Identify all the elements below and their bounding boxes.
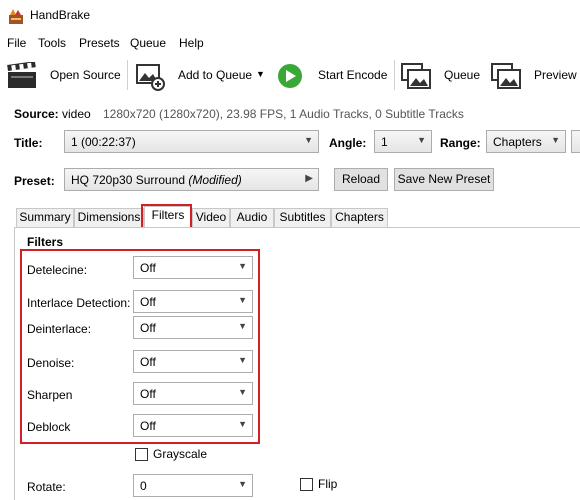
tab-summary[interactable]: Summary [16,208,74,227]
chevron-down-icon: ▼ [417,135,426,145]
flip-checkbox[interactable] [300,478,313,491]
interlace-detection-label: Interlace Detection: [27,296,131,310]
detelecine-label: Detelecine: [27,263,88,277]
title-label: Title: [14,136,43,150]
sharpen-select[interactable]: Off ▼ [133,382,253,405]
rotate-label: Rotate: [27,480,66,494]
add-to-queue-label: Add to Queue [178,68,253,82]
chevron-down-icon: ▼ [238,419,247,429]
title-select-value: 1 (00:22:37) [71,135,136,149]
active-tab-highlight [141,204,192,229]
start-encode-button[interactable]: Start Encode [274,58,390,94]
filters-heading: Filters [27,235,64,249]
title-bar: HandBrake [0,0,580,32]
title-select[interactable]: 1 (00:22:37) ▼ [64,130,319,153]
chevron-down-icon: ▼ [238,355,247,365]
preview-button[interactable]: Preview [488,58,580,94]
tab-chapters[interactable]: Chapters [331,208,388,227]
clapperboard-icon [7,62,36,88]
handbrake-logo-icon [9,9,23,24]
open-source-button[interactable]: Open Source [4,58,122,94]
chevron-down-icon[interactable]: ▼ [256,69,265,79]
menu-bar: File Tools Presets Queue Help [0,34,580,54]
grayscale-label: Grayscale [153,447,208,461]
flip-label: Flip [318,477,338,491]
deinterlace-label: Deinterlace: [27,322,92,336]
source-name: video [62,107,91,121]
queue-label: Queue [444,68,481,82]
interlace-detection-value: Off [140,295,156,309]
menu-file[interactable]: File [7,36,26,50]
reload-button[interactable]: Reload [334,168,388,191]
detelecine-value: Off [140,261,156,275]
menu-queue[interactable]: Queue [130,36,166,50]
menu-presets[interactable]: Presets [79,36,120,50]
open-source-label: Open Source [50,68,121,82]
deblock-value: Off [140,419,156,433]
preset-label: Preset: [14,174,55,188]
add-image-icon [136,64,165,91]
sharpen-value: Off [140,387,156,401]
deblock-select[interactable]: Off ▼ [133,414,253,437]
queue-button[interactable]: Queue [398,58,482,94]
menu-tools[interactable]: Tools [38,36,66,50]
chevron-down-icon: ▼ [551,135,560,145]
chevron-down-icon: ▼ [238,321,247,331]
chevron-down-icon: ▼ [238,387,247,397]
toolbar: Open Source Add to Queue ▼ Start Encode … [0,58,580,94]
chevron-right-icon: ▶ [305,173,313,184]
window-title: HandBrake [30,8,91,22]
toolbar-separator [394,60,395,90]
toolbar-separator [127,60,128,90]
denoise-label: Denoise: [27,356,75,370]
interlace-detection-select[interactable]: Off ▼ [133,290,253,313]
range-label: Range: [440,136,481,150]
tab-dimensions[interactable]: Dimensions [74,208,144,227]
range-select[interactable]: Chapters ▼ [486,130,566,153]
angle-select[interactable]: 1 ▼ [374,130,432,153]
queue-images-icon [401,63,431,89]
sharpen-label: Sharpen [27,388,73,402]
angle-label: Angle: [329,136,367,150]
deinterlace-select[interactable]: Off ▼ [133,316,253,339]
tab-audio[interactable]: Audio [230,208,274,227]
preset-name: HQ 720p30 Surround (Modified) [71,173,242,187]
range-select-value: Chapters [493,135,542,149]
denoise-select[interactable]: Off ▼ [133,350,253,373]
play-icon [278,64,302,88]
preview-label: Preview [534,68,577,82]
save-new-preset-button[interactable]: Save New Preset [394,168,494,191]
source-label: Source: [14,107,59,121]
denoise-value: Off [140,355,156,369]
rotate-select[interactable]: 0 ▼ [133,474,253,497]
start-encode-label: Start Encode [318,68,388,82]
detelecine-select[interactable]: Off ▼ [133,256,253,279]
angle-select-value: 1 [381,135,388,149]
chevron-down-icon: ▼ [238,295,247,305]
preview-images-icon [491,63,521,89]
preset-selector[interactable]: HQ 720p30 Surround (Modified) ▶ [64,168,319,191]
tab-subtitles[interactable]: Subtitles [274,208,331,227]
grayscale-checkbox[interactable] [135,448,148,461]
source-info: 1280x720 (1280x720), 23.98 FPS, 1 Audio … [103,107,464,121]
preset-modified: (Modified) [188,173,242,187]
range-start-select[interactable] [571,130,580,153]
chevron-down-icon: ▼ [238,479,247,489]
deblock-label: Deblock [27,420,71,434]
deinterlace-value: Off [140,321,156,335]
tab-video[interactable]: Video [192,208,230,227]
chevron-down-icon: ▼ [304,135,313,145]
chevron-down-icon: ▼ [238,261,247,271]
add-to-queue-button[interactable]: Add to Queue ▼ [132,58,272,94]
rotate-value: 0 [140,479,147,493]
menu-help[interactable]: Help [179,36,204,50]
